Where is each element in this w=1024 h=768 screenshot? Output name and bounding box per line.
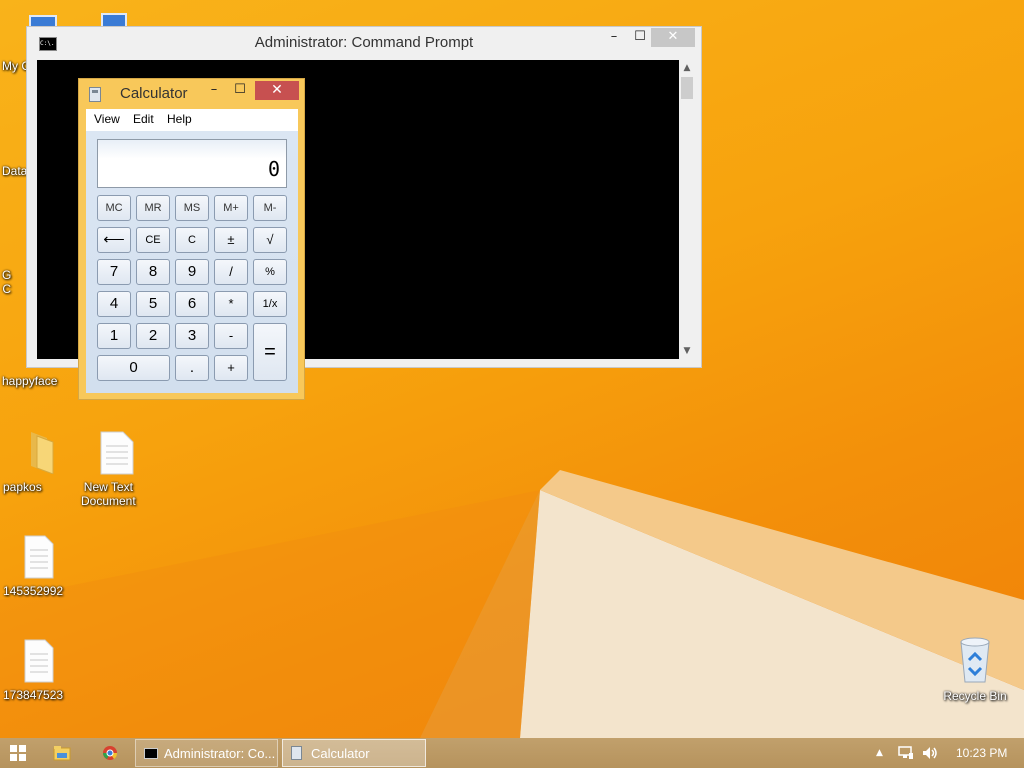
ms-button[interactable]: MS [175, 195, 209, 221]
scroll-down-icon[interactable]: ▼ [679, 343, 695, 359]
desktop-icon-173847523[interactable]: 173847523 [3, 638, 75, 702]
menu-edit[interactable]: Edit [133, 112, 154, 126]
calculator-menubar: View Edit Help [86, 109, 298, 131]
windows-start-icon[interactable] [10, 745, 26, 761]
desktop-icon-145352992[interactable]: 145352992 [3, 534, 75, 598]
equals-button[interactable]: = [253, 323, 287, 381]
recycle-bin-icon [960, 637, 990, 683]
desktop-icon-label: 173847523 [3, 688, 64, 702]
show-hidden-icons-button[interactable]: ▲ [876, 748, 883, 758]
desktop-icon-label: New Text Document [81, 480, 136, 508]
desktop-icon-label: papkos [3, 480, 42, 494]
cmd-window-title: Administrator: Command Prompt [254, 34, 474, 51]
mc-button[interactable]: MC [97, 195, 131, 221]
digit-5-button[interactable]: 5 [136, 291, 170, 317]
calculator-body: 0 MC MR MS M+ M- ⟵ CE C ± √ 7 8 9 / % 4 … [86, 131, 298, 393]
digit-6-button[interactable]: 6 [175, 291, 209, 317]
square-root-button[interactable]: √ [253, 227, 287, 253]
file-explorer-icon[interactable] [53, 745, 71, 761]
menu-view[interactable]: View [94, 112, 120, 126]
digit-7-button[interactable]: 7 [97, 259, 131, 285]
volume-icon[interactable] [922, 746, 938, 760]
desktop-icon-label: Data [2, 164, 28, 178]
m-plus-button[interactable]: M+ [214, 195, 248, 221]
digit-4-button[interactable]: 4 [97, 291, 131, 317]
cmd-vertical-scrollbar[interactable]: ▲ ▼ [679, 60, 695, 359]
digit-8-button[interactable]: 8 [136, 259, 170, 285]
desktop-icon-papkos[interactable]: papkos [3, 428, 75, 494]
taskbar-clock[interactable]: 10:23 PM [956, 746, 1007, 760]
digit-2-button[interactable]: 2 [136, 323, 170, 349]
text-document-icon [100, 431, 134, 475]
desktop-icon-label: G C [2, 268, 12, 296]
calculator-icon[interactable] [89, 87, 101, 102]
digit-0-button[interactable]: 0 [97, 355, 170, 381]
digit-1-button[interactable]: 1 [97, 323, 131, 349]
minus-button[interactable]: - [214, 323, 248, 349]
text-document-icon [24, 639, 54, 683]
cmd-title-bar[interactable]: C:\. Administrator: Command Prompt – ☐ ✕ [27, 27, 701, 57]
calculator-close-button[interactable]: ✕ [255, 81, 299, 100]
desktop-icon-label: 145352992 [3, 584, 64, 598]
clear-button[interactable]: C [175, 227, 209, 253]
m-minus-button[interactable]: M- [253, 195, 287, 221]
desktop-icon-label: happyface [2, 374, 58, 388]
taskbar-button-calculator[interactable]: Calculator [282, 739, 426, 767]
plus-minus-button[interactable]: ± [214, 227, 248, 253]
calculator-display: 0 [97, 139, 287, 188]
taskbar: Administrator: Co... Calculator ▲ 10:23 … [0, 738, 1024, 768]
scroll-thumb[interactable] [681, 77, 693, 99]
folder-icon [31, 432, 54, 474]
chrome-icon[interactable] [101, 745, 119, 761]
taskbar-button-label: Administrator: Co... [164, 746, 276, 761]
multiply-button[interactable]: * [214, 291, 248, 317]
ce-button[interactable]: CE [136, 227, 170, 253]
taskbar-button-label: Calculator [311, 746, 370, 761]
divide-button[interactable]: / [214, 259, 248, 285]
backspace-button[interactable]: ⟵ [97, 227, 131, 253]
calculator-window-title: Calculator [120, 85, 188, 102]
percent-button[interactable]: % [253, 259, 287, 285]
digit-9-button[interactable]: 9 [175, 259, 209, 285]
scroll-up-icon[interactable]: ▲ [679, 60, 695, 76]
menu-help[interactable]: Help [167, 112, 192, 126]
calculator-window[interactable]: Calculator – ☐ ✕ View Edit Help 0 MC MR … [78, 78, 305, 400]
reciprocal-button[interactable]: 1/x [253, 291, 287, 317]
network-icon[interactable] [898, 746, 914, 760]
taskbar-button-command-prompt[interactable]: Administrator: Co... [135, 739, 278, 767]
desktop-icon-label: Recycle Bin [943, 689, 1007, 703]
plus-button[interactable]: + [214, 355, 248, 381]
mr-button[interactable]: MR [136, 195, 170, 221]
text-document-icon [24, 535, 54, 579]
cmd-maximize-button[interactable]: ☐ [627, 28, 653, 47]
cmd-close-button[interactable]: ✕ [651, 28, 695, 47]
decimal-button[interactable]: . [175, 355, 209, 381]
desktop-icon-new-text-document[interactable]: New Text Document [81, 430, 153, 508]
digit-3-button[interactable]: 3 [175, 323, 209, 349]
display-value: 0 [267, 157, 280, 181]
cmd-minimize-button[interactable]: – [601, 28, 627, 47]
calculator-icon [291, 746, 302, 760]
cmd-icon [144, 748, 158, 759]
calculator-minimize-button[interactable]: – [203, 81, 225, 100]
desktop-icon-recycle-bin[interactable]: Recycle Bin [938, 636, 1012, 703]
calculator-maximize-button[interactable]: ☐ [229, 81, 251, 100]
